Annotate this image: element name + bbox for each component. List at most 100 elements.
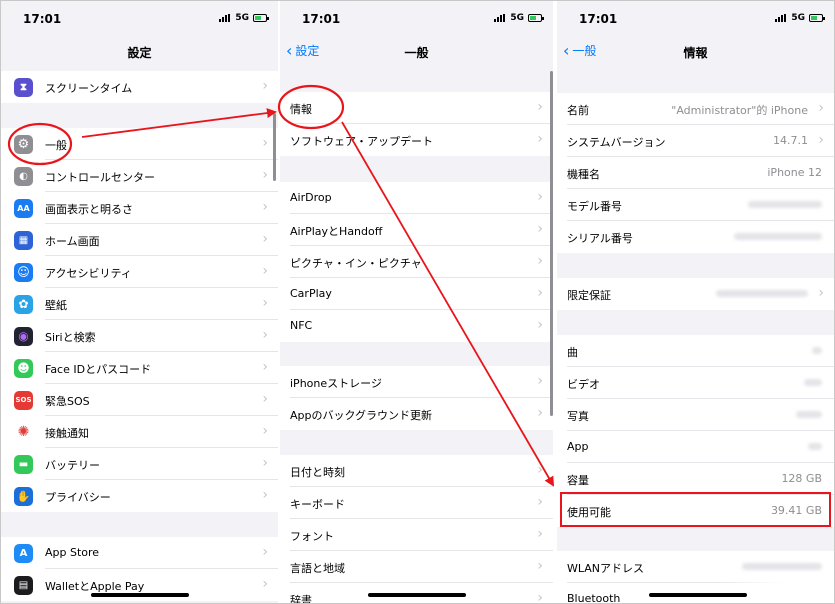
scrollbar[interactable] xyxy=(273,113,276,181)
display-icon: AA xyxy=(14,199,33,218)
nav-bar: 設定 xyxy=(1,39,278,67)
scrollbar[interactable] xyxy=(550,71,553,416)
home-indicator[interactable] xyxy=(368,593,466,597)
about-row-label: Bluetooth xyxy=(567,592,621,603)
about-row-apps: App xyxy=(557,431,834,463)
about-screen: 17:01 5G ‹ 一般 情報 名前 "Administrator"的 iPho… xyxy=(557,1,834,603)
redacted-value xyxy=(748,201,822,208)
chevron-right-icon: › xyxy=(818,100,824,116)
about-row-capacity: 容量 128 GB xyxy=(557,463,834,495)
general-item-keyboard[interactable]: キーボード › xyxy=(280,487,553,519)
about-row-available: 使用可能 39.41 GB xyxy=(557,495,834,527)
general-item-fonts[interactable]: フォント › xyxy=(280,519,553,551)
general-item-date-time[interactable]: 日付と時刻 › xyxy=(280,455,553,487)
grid-icon: ▦ xyxy=(14,231,33,250)
general-item-about[interactable]: 情報 › xyxy=(280,92,553,124)
about-row-value: 128 GB xyxy=(781,472,822,485)
hourglass-icon: ⧗ xyxy=(14,78,33,97)
page-title: 設定 xyxy=(127,46,152,60)
redacted-value xyxy=(808,443,822,450)
redacted-value xyxy=(804,379,822,386)
cellular-signal-icon xyxy=(219,14,230,22)
general-item-label: ソフトウェア・アップデート xyxy=(290,135,433,148)
exposure-icon: ✺ xyxy=(14,423,33,442)
status-bar: 17:01 5G xyxy=(280,1,553,39)
chevron-right-icon: › xyxy=(262,423,268,439)
settings-item-battery[interactable]: ▬ バッテリー › xyxy=(1,448,278,480)
sos-icon: SOS xyxy=(14,391,33,410)
general-item-label: iPhoneストレージ xyxy=(290,377,382,390)
home-indicator[interactable] xyxy=(649,593,747,597)
settings-item-exposure[interactable]: ✺ 接触通知 › xyxy=(1,416,278,448)
chevron-right-icon: › xyxy=(262,231,268,247)
battery-icon xyxy=(253,14,269,22)
general-item-language-region[interactable]: 言語と地域 › xyxy=(280,551,553,583)
network-type: 5G xyxy=(235,13,249,23)
settings-item-app-store[interactable]: A App Store › xyxy=(1,537,278,569)
settings-item-privacy[interactable]: ✋ プライバシー › xyxy=(1,480,278,512)
settings-item-face-id[interactable]: ☻ Face IDとパスコード › xyxy=(1,352,278,384)
general-item-label: NFC xyxy=(290,319,313,332)
status-time: 17:01 xyxy=(579,12,618,26)
general-item-nfc[interactable]: NFC › xyxy=(280,310,553,342)
settings-item-label: 一般 xyxy=(45,139,67,152)
settings-item-label: ホーム画面 xyxy=(45,235,100,248)
page-title: 一般 xyxy=(404,46,429,60)
chevron-right-icon: › xyxy=(818,285,824,301)
settings-item-siri[interactable]: ◉ Siriと検索 › xyxy=(1,320,278,352)
about-row-value: iPhone 12 xyxy=(767,166,822,179)
chevron-right-icon: › xyxy=(537,285,543,301)
network-type: 5G xyxy=(791,13,805,23)
about-row-model-number: モデル番号 xyxy=(557,189,834,221)
settings-screen: 17:01 5G 設定 ⧗ スクリーンタイム › ⚙ 一般 › ◐ コントロール… xyxy=(1,1,278,603)
about-row-limited-warranty[interactable]: 限定保証 › xyxy=(557,278,834,310)
about-row-label: App xyxy=(567,440,589,453)
settings-item-emergency-sos[interactable]: SOS 緊急SOS › xyxy=(1,384,278,416)
settings-item-label: 接触通知 xyxy=(45,427,89,440)
general-item-label: Appのバックグラウンド更新 xyxy=(290,409,433,422)
general-item-label: CarPlay xyxy=(290,287,332,300)
about-row-name[interactable]: 名前 "Administrator"的 iPhone › xyxy=(557,93,834,125)
network-type: 5G xyxy=(510,13,524,23)
general-item-software-update[interactable]: ソフトウェア・アップデート › xyxy=(280,124,553,156)
settings-item-display[interactable]: AA 画面表示と明るさ › xyxy=(1,192,278,224)
settings-item-control-center[interactable]: ◐ コントロールセンター › xyxy=(1,160,278,192)
chevron-right-icon: › xyxy=(818,132,824,148)
flower-icon: ✿ xyxy=(14,295,33,314)
hand-icon: ✋ xyxy=(14,487,33,506)
general-item-carplay[interactable]: CarPlay › xyxy=(280,278,553,310)
about-row-value: "Administrator"的 iPhone xyxy=(671,104,808,117)
chevron-right-icon: › xyxy=(537,253,543,269)
general-item-airdrop[interactable]: AirDrop › xyxy=(280,182,553,214)
about-row-system-version[interactable]: システムバージョン 14.7.1 › xyxy=(557,125,834,157)
settings-item-general[interactable]: ⚙ 一般 › xyxy=(1,128,278,160)
chevron-right-icon: › xyxy=(262,327,268,343)
settings-item-wallpaper[interactable]: ✿ 壁紙 › xyxy=(1,288,278,320)
settings-item-screen-time[interactable]: ⧗ スクリーンタイム › xyxy=(1,71,278,103)
about-row-photos: 写真 xyxy=(557,399,834,431)
general-item-background-refresh[interactable]: Appのバックグラウンド更新 › xyxy=(280,398,553,430)
battery-icon xyxy=(809,14,825,22)
settings-item-label: 壁紙 xyxy=(45,299,67,312)
settings-item-label: バッテリー xyxy=(45,459,100,472)
status-time: 17:01 xyxy=(302,12,341,26)
chevron-right-icon: › xyxy=(262,135,268,151)
chevron-right-icon: › xyxy=(262,295,268,311)
chevron-right-icon: › xyxy=(537,373,543,389)
watermark-fade xyxy=(714,577,834,603)
general-item-airplay[interactable]: AirPlayとHandoff › xyxy=(280,214,553,246)
about-row-label: 曲 xyxy=(567,346,578,359)
about-row-label: モデル番号 xyxy=(567,200,622,213)
home-indicator[interactable] xyxy=(91,593,189,597)
general-item-label: ピクチャ・イン・ピクチャ xyxy=(290,257,422,270)
gear-icon: ⚙ xyxy=(14,135,33,154)
status-bar: 17:01 5G xyxy=(557,1,834,39)
general-item-label: 言語と地域 xyxy=(290,562,345,575)
settings-item-accessibility[interactable]: ☺ アクセシビリティ › xyxy=(1,256,278,288)
general-item-storage[interactable]: iPhoneストレージ › xyxy=(280,366,553,398)
general-screen: 17:01 5G ‹ 設定 一般 情報 › ソフトウェア・アップデート › Air… xyxy=(280,1,553,603)
general-item-pip[interactable]: ピクチャ・イン・ピクチャ › xyxy=(280,246,553,278)
chevron-right-icon: › xyxy=(537,526,543,542)
chevron-right-icon: › xyxy=(262,544,268,560)
settings-item-home-screen[interactable]: ▦ ホーム画面 › xyxy=(1,224,278,256)
